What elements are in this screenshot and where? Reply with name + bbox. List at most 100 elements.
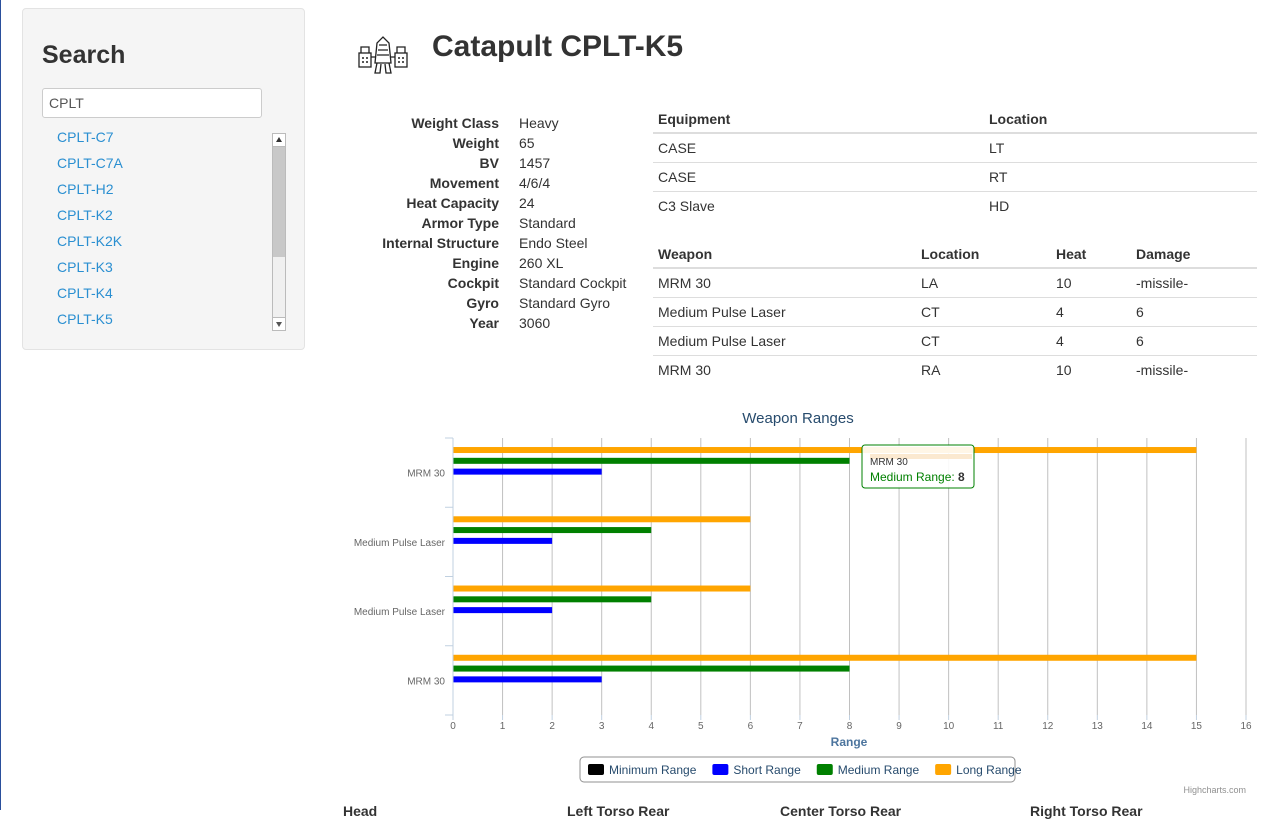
range-bar <box>453 537 553 544</box>
result-link[interactable]: CPLT-K2 <box>57 205 257 231</box>
legend-item[interactable]: Short Range <box>733 763 801 777</box>
x-tick-label: 2 <box>549 721 555 732</box>
range-bar <box>453 468 602 475</box>
search-panel: Search CPLT-C7 CPLT-C7A CPLT-H2 CPLT-K2 … <box>22 8 305 350</box>
range-bar <box>453 447 1197 454</box>
x-tick-label: 0 <box>450 721 456 732</box>
x-tick-label: 5 <box>698 721 704 732</box>
mech-specs: Weight Class Heavy Weight 65 BV 1457 Moveme… <box>341 113 641 333</box>
spec-row: Movement 4/6/4 <box>341 173 641 193</box>
x-tick-label: 10 <box>943 721 955 732</box>
chart-tooltip: MRM 30 Medium Range: 8 <box>861 444 975 489</box>
legend-item[interactable]: Minimum Range <box>609 763 697 777</box>
legend-swatch <box>712 764 729 775</box>
table-cell: 10 <box>1051 355 1131 384</box>
scroll-down-arrow-icon[interactable] <box>273 317 285 330</box>
table-cell: MRM 30 <box>653 355 916 384</box>
results-scrollbar[interactable] <box>272 133 286 331</box>
x-tick-label: 9 <box>896 721 902 732</box>
table-cell: C3 Slave <box>653 191 984 220</box>
range-bar <box>453 676 602 683</box>
column-header: Location <box>984 100 1257 134</box>
x-tick-label: 7 <box>797 721 803 732</box>
column-header: Heat <box>1051 235 1131 269</box>
spec-label: Year <box>469 315 499 331</box>
spec-label: Heat Capacity <box>406 195 499 211</box>
x-tick-label: 1 <box>500 721 506 732</box>
result-link[interactable]: CPLT-C7A <box>57 153 257 179</box>
table-cell: 6 <box>1131 297 1257 327</box>
x-tick-label: 4 <box>648 721 654 732</box>
section-header: Head <box>343 803 378 819</box>
result-link[interactable]: CPLT-K2K <box>57 231 257 257</box>
spec-value: 260 XL <box>519 255 564 271</box>
search-input[interactable] <box>42 88 262 118</box>
table-cell: 6 <box>1131 326 1257 356</box>
spec-row: BV 1457 <box>341 153 641 173</box>
result-link[interactable]: CPLT-K5 <box>57 309 257 335</box>
weapon-table: Weapon Location Heat Damage MRM 30 LA 10 -m… <box>653 235 1257 384</box>
column-header: Location <box>916 235 1051 269</box>
table-cell: CT <box>916 297 1051 327</box>
x-tick-label: 12 <box>1042 721 1054 732</box>
result-link[interactable]: CPLT-H2 <box>57 179 257 205</box>
table-cell: RT <box>984 162 1257 192</box>
range-bar <box>453 585 751 592</box>
range-bar <box>453 607 553 614</box>
spec-value: 1457 <box>519 155 551 171</box>
result-link[interactable]: CPLT-K4 <box>57 283 257 309</box>
x-tick-label: 6 <box>748 721 754 732</box>
weapon-ranges-chart: Weapon Ranges 0 1 2 3 4 5 6 7 8 9 10 11 12 13 14 15 16 MR… <box>336 400 1266 800</box>
table-cell: HD <box>984 191 1257 220</box>
range-bar <box>453 457 850 464</box>
table-cell: CT <box>916 326 1051 356</box>
chart-bars <box>453 447 1197 683</box>
scroll-thumb[interactable] <box>273 147 285 257</box>
spec-label: Cockpit <box>447 275 499 291</box>
table-cell: 4 <box>1051 297 1131 327</box>
table-cell: CASE <box>653 162 984 192</box>
chart-title: Weapon Ranges <box>742 410 853 427</box>
x-tick-label: 16 <box>1240 721 1252 732</box>
section-header: Left Torso Rear <box>567 803 670 819</box>
column-header: Damage <box>1131 235 1257 269</box>
range-bar <box>453 527 652 534</box>
table-row: Medium Pulse Laser CT 4 6 <box>653 326 1257 356</box>
chart-credit[interactable]: Highcharts.com <box>1183 785 1246 795</box>
table-cell: 10 <box>1051 267 1131 298</box>
table-cell: RA <box>916 355 1051 384</box>
spec-label: Internal Structure <box>382 235 499 251</box>
scroll-up-arrow-icon[interactable] <box>273 134 285 147</box>
table-cell: LA <box>916 267 1051 298</box>
spec-row: Internal Structure Endo Steel <box>341 233 641 253</box>
legend-swatch <box>588 764 604 775</box>
range-bar <box>453 516 751 523</box>
result-link[interactable]: CPLT-K3 <box>57 257 257 283</box>
y-category-label: MRM 30 <box>407 676 445 687</box>
chart-svg: Weapon Ranges 0 1 2 3 4 5 6 7 8 9 10 11 12 13 14 15 16MR… <box>354 410 1252 795</box>
spec-row: Weight Class Heavy <box>341 113 641 133</box>
column-header: Weapon <box>653 235 916 269</box>
legend-item[interactable]: Medium Range <box>838 763 920 777</box>
spec-value: 4/6/4 <box>519 175 551 191</box>
x-axis-title: Range <box>831 735 868 749</box>
x-tick-label: 13 <box>1092 721 1104 732</box>
result-link[interactable]: CPLT-C7 <box>57 127 257 153</box>
spec-row: Weight 65 <box>341 133 641 153</box>
legend-item[interactable]: Long Range <box>956 763 1022 777</box>
spec-row: Armor Type Standard <box>341 213 641 233</box>
spec-value: 24 <box>519 195 535 211</box>
search-heading: Search <box>42 41 126 69</box>
y-category-label: Medium Pulse Laser <box>354 607 446 618</box>
equipment-table: Equipment Location CASE LT CASE RT C3 Slav… <box>653 100 1257 220</box>
table-cell: -missile- <box>1131 267 1257 298</box>
spec-value: 65 <box>519 135 535 151</box>
section-header: Right Torso Rear <box>1030 803 1143 819</box>
range-bar <box>453 596 652 603</box>
tooltip-number: 8 <box>958 470 965 484</box>
spec-value: Standard Gyro <box>519 295 611 311</box>
table-row: MRM 30 RA 10 -missile- <box>653 355 1257 384</box>
tooltip-value: Medium Range: 8 <box>870 470 965 484</box>
table-row: C3 Slave HD <box>653 191 1257 220</box>
mech-icon <box>358 36 408 74</box>
